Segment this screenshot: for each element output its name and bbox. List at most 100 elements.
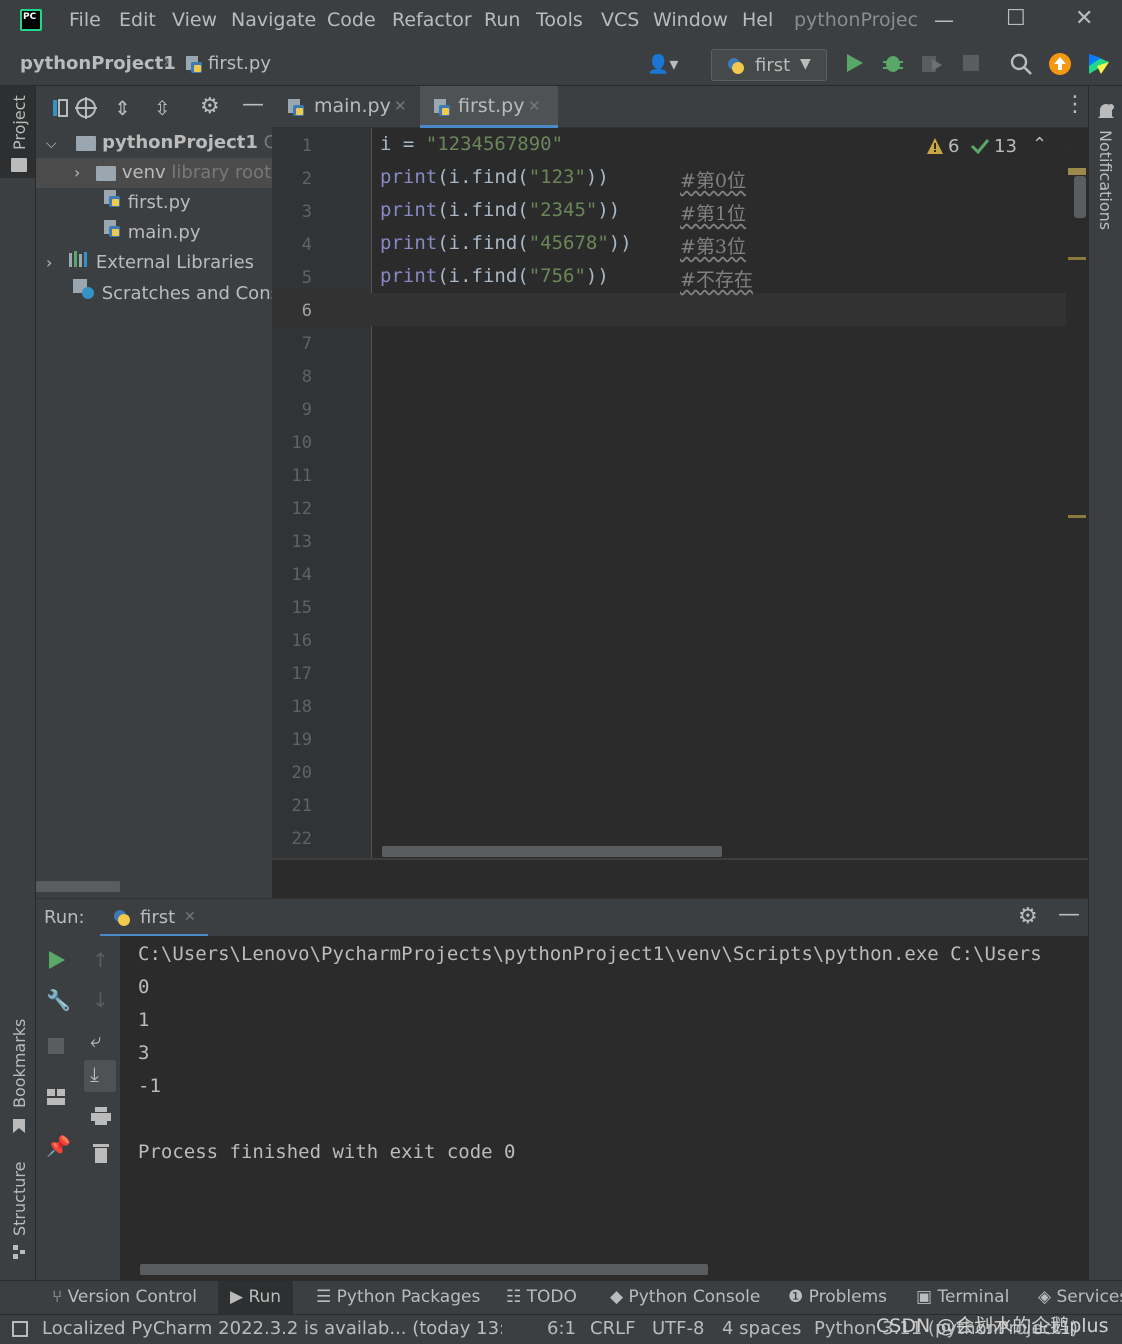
- previous-highlight-icon[interactable]: ⌃: [1032, 134, 1047, 155]
- up-arrow-icon[interactable]: ↑: [92, 948, 109, 972]
- wrench-icon[interactable]: 🔧: [46, 988, 71, 1012]
- down-arrow-icon[interactable]: ↓: [92, 988, 109, 1012]
- tab-main-py[interactable]: main.py ✕: [272, 86, 412, 128]
- debug-icon[interactable]: [882, 52, 904, 79]
- jetbrains-toolbox-icon[interactable]: [1087, 52, 1111, 81]
- menu-vcs[interactable]: VCS: [601, 9, 639, 31]
- tree-root[interactable]: ⌵ pythonProject1 C:\: [46, 128, 288, 158]
- indent-setting[interactable]: 4 spaces: [722, 1318, 801, 1339]
- tab-services[interactable]: ◈ Services: [1038, 1287, 1122, 1307]
- bookmark-icon[interactable]: [12, 1118, 26, 1139]
- close-tab-icon[interactable]: ✕: [184, 909, 196, 925]
- layout-icon[interactable]: [46, 1088, 66, 1111]
- tab-python-packages[interactable]: ☰ Python Packages: [316, 1287, 480, 1307]
- tree-item-venv[interactable]: › venv library root: [36, 158, 272, 188]
- console-line: C:\Users\Lenovo\PycharmProjects\pythonPr…: [138, 943, 1042, 965]
- update-icon[interactable]: [1048, 52, 1072, 81]
- tab-problems[interactable]: ❶ Problems: [788, 1287, 887, 1307]
- bookmarks-tool-label[interactable]: Bookmarks: [10, 1019, 29, 1108]
- hide-panel-icon[interactable]: —: [242, 92, 264, 117]
- trash-icon[interactable]: [92, 1142, 110, 1169]
- user-icon[interactable]: 👤▾: [647, 54, 678, 75]
- tree-item-main-py[interactable]: main.py: [102, 218, 201, 248]
- coverage-icon[interactable]: [920, 53, 944, 80]
- tab-version-control[interactable]: ⑂ Version Control: [52, 1287, 197, 1307]
- menu-file[interactable]: File: [69, 9, 101, 31]
- warning-marker[interactable]: [1068, 257, 1086, 260]
- close-tab-icon[interactable]: ✕: [528, 97, 541, 115]
- tab-terminal[interactable]: ▣ Terminal: [916, 1287, 1009, 1307]
- breadcrumb-file[interactable]: first.py: [208, 53, 271, 74]
- tab-first-py[interactable]: first.py ✕: [420, 86, 558, 128]
- tree-item-external-libraries[interactable]: › External Libraries: [46, 248, 254, 278]
- menu-navigate[interactable]: Navigate: [231, 9, 316, 31]
- horizontal-scrollbar[interactable]: [382, 846, 722, 857]
- line-separator[interactable]: CRLF: [590, 1318, 635, 1339]
- collapse-all-icon[interactable]: ⇳: [154, 96, 171, 120]
- weak-warning-check-icon[interactable]: [970, 137, 990, 160]
- stop-icon[interactable]: [48, 1038, 64, 1059]
- search-icon[interactable]: [1009, 52, 1033, 81]
- caret-position[interactable]: 6:1: [547, 1318, 576, 1339]
- tab-run[interactable]: ▶ Run: [218, 1281, 294, 1315]
- run-config-selector[interactable]: first ▼: [711, 49, 827, 81]
- console-line: -1: [138, 1075, 161, 1097]
- project-tool-button[interactable]: Project: [0, 86, 35, 178]
- more-options-icon[interactable]: ⋮: [1064, 92, 1086, 117]
- close-icon[interactable]: ✕: [1075, 6, 1093, 31]
- notifications-tool-label[interactable]: Notifications: [1096, 130, 1115, 230]
- tab-python-console[interactable]: ◆ Python Console: [610, 1287, 760, 1307]
- file-encoding[interactable]: UTF-8: [652, 1318, 704, 1339]
- string-literal: "1234567890": [425, 133, 564, 155]
- menu-run[interactable]: Run: [484, 9, 520, 31]
- structure-tool-label[interactable]: Structure: [10, 1162, 29, 1236]
- bell-icon[interactable]: [1097, 102, 1115, 127]
- horizontal-scrollbar[interactable]: [36, 881, 120, 892]
- menu-edit[interactable]: Edit: [119, 9, 156, 31]
- warning-marker[interactable]: [1068, 515, 1086, 518]
- structure-icon[interactable]: [12, 1244, 26, 1265]
- code-editor[interactable]: i = "1234567890" print(i.find("123")) #第…: [372, 128, 1088, 858]
- menu-view[interactable]: View: [172, 9, 217, 31]
- library-icon: [68, 248, 90, 278]
- run-icon[interactable]: [845, 52, 865, 79]
- weak-warning-count[interactable]: 13: [994, 136, 1017, 157]
- close-tab-icon[interactable]: ✕: [394, 97, 407, 115]
- warning-marker[interactable]: [1068, 168, 1086, 175]
- menu-code[interactable]: Code: [327, 9, 376, 31]
- run-console[interactable]: C:\Users\Lenovo\PycharmProjects\pythonPr…: [120, 936, 1088, 1280]
- warning-count[interactable]: 6: [948, 136, 959, 157]
- tree-item-first-py[interactable]: first.py: [102, 188, 191, 218]
- code-comment: #第0位: [680, 170, 747, 192]
- select-opened-file-icon[interactable]: [52, 98, 68, 123]
- print-icon[interactable]: [90, 1106, 112, 1131]
- gear-icon[interactable]: ⚙: [1018, 904, 1038, 929]
- menu-tools[interactable]: Tools: [536, 9, 583, 31]
- tab-todo[interactable]: ☷ TODO: [506, 1287, 577, 1307]
- menu-help[interactable]: Hel: [742, 9, 773, 31]
- status-message[interactable]: Localized PyCharm 2022.3.2 is availab...…: [42, 1318, 502, 1339]
- gear-icon[interactable]: ⚙: [200, 94, 220, 119]
- locate-icon[interactable]: [74, 96, 98, 125]
- toggle-tool-windows-icon[interactable]: [12, 1321, 28, 1337]
- maximize-icon[interactable]: ☐: [1006, 6, 1026, 31]
- breadcrumb-project[interactable]: pythonProject1: [20, 53, 176, 74]
- horizontal-scrollbar[interactable]: [140, 1264, 708, 1275]
- vertical-scrollbar[interactable]: [1074, 176, 1086, 218]
- code-line-3: print(i.find("2345")): [380, 199, 620, 221]
- tree-item-scratches[interactable]: Scratches and Consoles: [72, 278, 272, 308]
- list-icon: ☷: [506, 1287, 527, 1307]
- expand-all-icon[interactable]: ⇕: [114, 96, 131, 120]
- pycharm-logo-icon[interactable]: PC: [20, 9, 42, 31]
- scroll-to-end-button[interactable]: ⤓: [84, 1060, 116, 1092]
- soft-wrap-icon[interactable]: ⤶: [90, 1028, 101, 1052]
- pin-icon[interactable]: 📌: [46, 1134, 71, 1158]
- hide-panel-icon[interactable]: —: [1058, 902, 1080, 927]
- stop-icon[interactable]: [962, 54, 980, 77]
- rerun-icon[interactable]: [48, 950, 66, 975]
- run-tab-first[interactable]: first ✕: [100, 899, 208, 937]
- menu-refactor[interactable]: Refactor: [392, 9, 472, 31]
- menu-window[interactable]: Window: [653, 9, 728, 31]
- minimize-icon[interactable]: —: [934, 8, 954, 32]
- warning-icon[interactable]: [926, 137, 944, 160]
